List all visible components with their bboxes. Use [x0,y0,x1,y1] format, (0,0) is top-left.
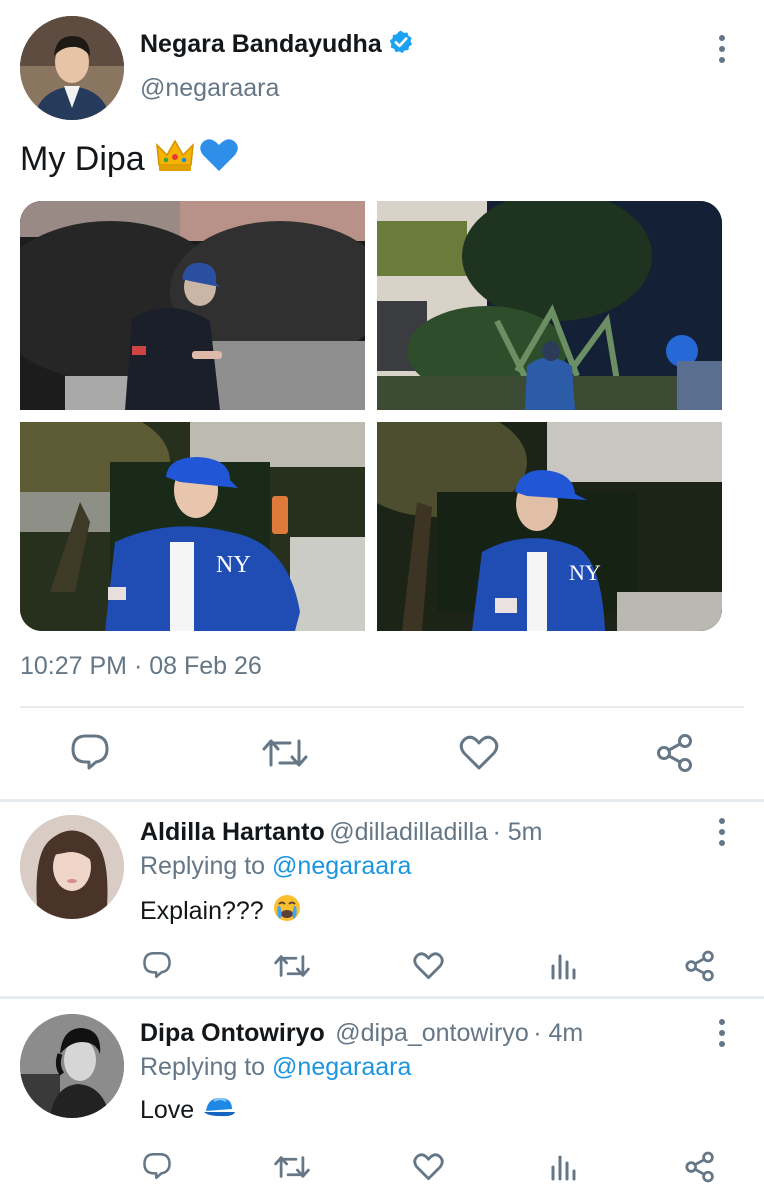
reply-time[interactable]: · 5m [492,818,542,846]
reply-avatar[interactable] [20,1014,124,1118]
reply-icon[interactable] [142,1152,172,1180]
replying-to-link[interactable]: @negaraara [272,852,411,880]
retweet-icon[interactable] [274,1153,310,1181]
share-icon[interactable] [684,1151,716,1183]
verified-badge-icon [388,29,414,60]
author-handle[interactable]: @negaraara [140,74,279,103]
replying-to-label: Replying to [140,1053,266,1081]
like-icon[interactable] [459,735,499,771]
more-options-icon[interactable] [712,812,732,852]
like-icon[interactable] [413,1153,444,1181]
tweet-photo-3[interactable]: NY [20,422,365,631]
tweet-photo-2[interactable] [377,201,722,410]
reply-author-name[interactable]: Dipa Ontowiryo [140,1019,325,1047]
share-icon[interactable] [684,950,716,982]
author-avatar[interactable] [20,16,124,120]
more-options-icon[interactable] [712,29,732,69]
retweet-icon[interactable] [274,952,310,980]
tweet-text: My Dipa [20,140,145,178]
like-icon[interactable] [413,952,444,980]
tweet-timestamp[interactable]: 10:27 PM · 08 Feb 26 [20,652,262,681]
tweet-photo-4[interactable]: NY [377,422,722,631]
blue-cap-emoji-icon [202,1095,236,1126]
crown-emoji-icon [155,137,195,182]
reply-icon[interactable] [70,733,110,771]
section-divider [0,799,764,802]
reply-time[interactable]: · 4m [533,1019,583,1047]
retweet-icon[interactable] [262,735,308,771]
more-options-icon[interactable] [712,1013,732,1053]
blue-heart-emoji-icon [199,137,239,182]
section-divider [0,996,764,999]
reply-avatar[interactable] [20,815,124,919]
crying-face-emoji-icon [272,893,302,930]
reply-author-handle[interactable]: @dilladilladilla [329,818,488,846]
share-icon[interactable] [655,733,695,773]
tweet-divider [20,706,744,708]
svg-text:NY: NY [569,560,601,585]
svg-text:NY: NY [216,552,251,578]
analytics-icon[interactable] [550,1151,576,1181]
reply-icon[interactable] [142,951,172,979]
analytics-icon[interactable] [550,950,576,980]
reply-text: Love [140,1096,195,1124]
replying-to-label: Replying to [140,852,266,880]
reply-author-handle[interactable]: @dipa_ontowiryo [335,1019,529,1047]
author-name[interactable]: Negara Bandayudha [140,30,382,59]
photo-grid: NY NY [20,201,722,631]
reply-author-name[interactable]: Aldilla Hartanto [140,818,325,846]
reply-text: Explain??? [140,897,264,925]
replying-to-link[interactable]: @negaraara [272,1053,411,1081]
tweet-photo-1[interactable] [20,201,365,410]
